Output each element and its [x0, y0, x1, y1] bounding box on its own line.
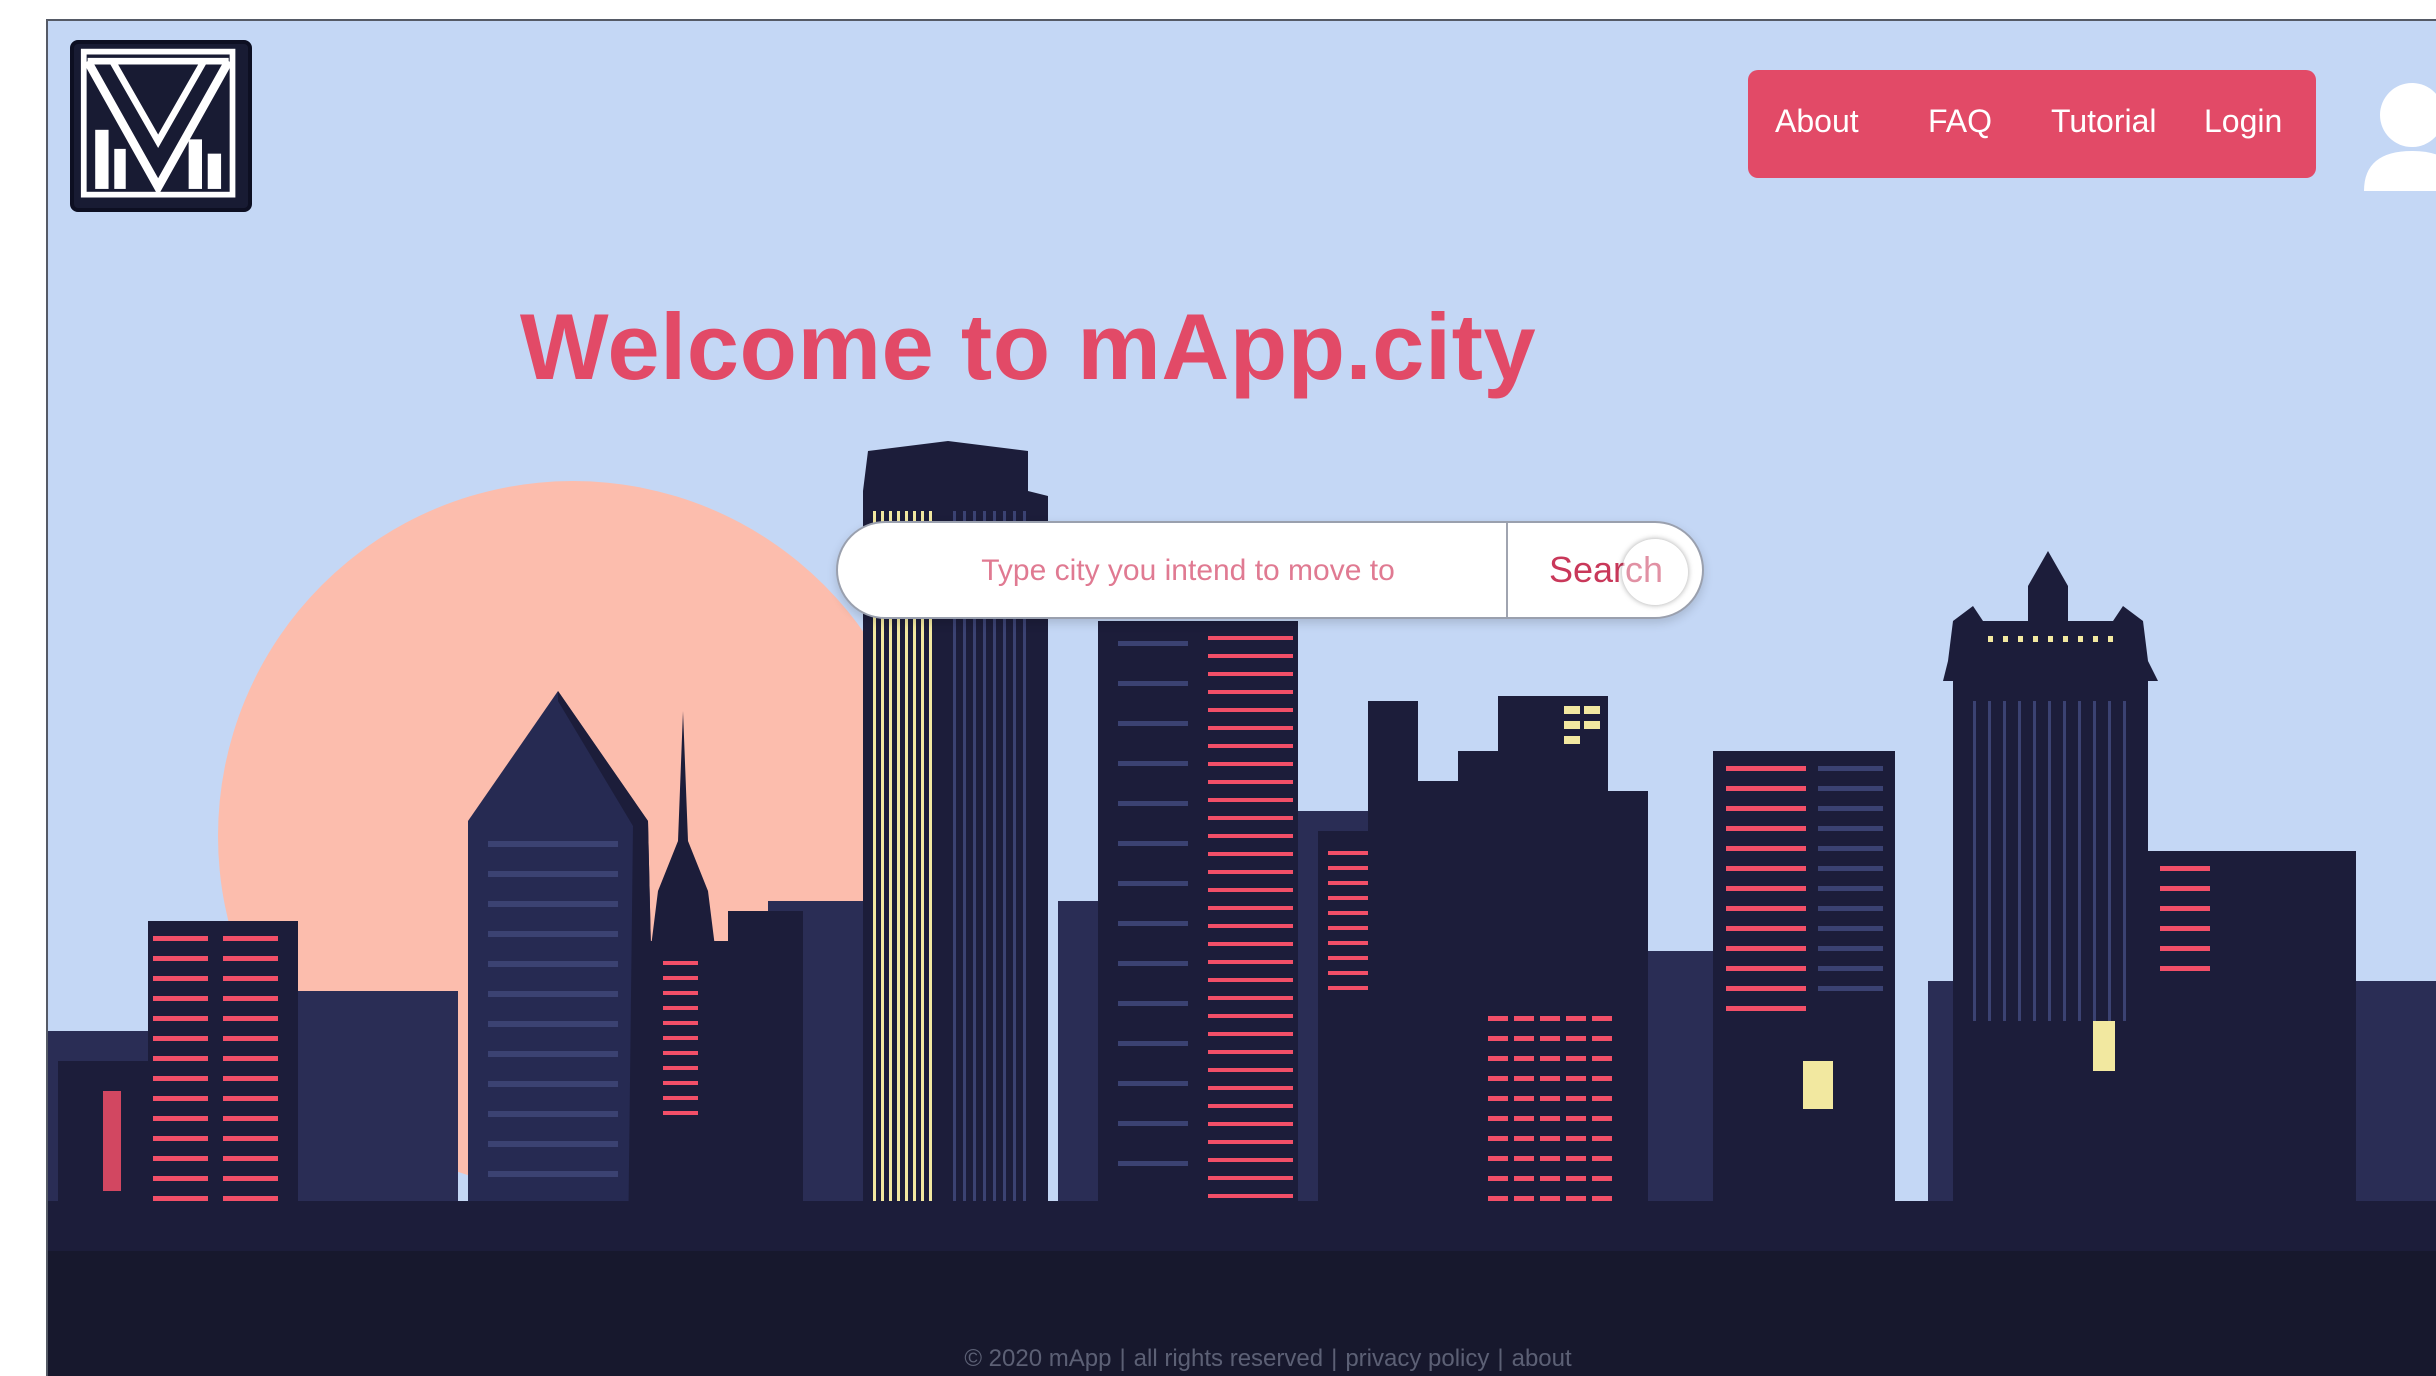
search-button[interactable]: Search — [1508, 523, 1704, 617]
city-search-input[interactable] — [888, 545, 1488, 597]
nav-tutorial-link[interactable]: Tutorial — [2051, 103, 2157, 140]
footer-rights: all rights reserved — [1133, 1345, 1324, 1372]
nav-about-link[interactable]: About — [1775, 103, 1859, 140]
nav-faq-link[interactable]: FAQ — [1928, 103, 1992, 140]
user-avatar-icon[interactable] — [2364, 79, 2436, 191]
search-bar: Search — [836, 521, 1704, 619]
footer-separator: | — [1497, 1345, 1504, 1372]
nav-login-link[interactable]: Login — [2204, 103, 2282, 140]
footer-about-link[interactable]: about — [1512, 1345, 1572, 1372]
logo[interactable] — [70, 40, 252, 212]
page-title: Welcome to mApp.city — [519, 294, 1537, 399]
footer: © 2020 mApp | all rights reserved | privacy … — [48, 1345, 2436, 1373]
city-skyline-illustration — [48, 441, 2436, 1376]
footer-privacy-link[interactable]: privacy policy — [1345, 1345, 1489, 1372]
top-nav: About FAQ Tutorial Login — [1748, 70, 2316, 178]
footer-separator: | — [1331, 1345, 1338, 1372]
page-frame: About FAQ Tutorial Login Welcome to mApp… — [46, 19, 2436, 1376]
footer-copyright: © 2020 mApp — [964, 1345, 1112, 1372]
footer-separator: | — [1119, 1345, 1126, 1372]
triangle-city-logo-icon — [80, 48, 236, 198]
